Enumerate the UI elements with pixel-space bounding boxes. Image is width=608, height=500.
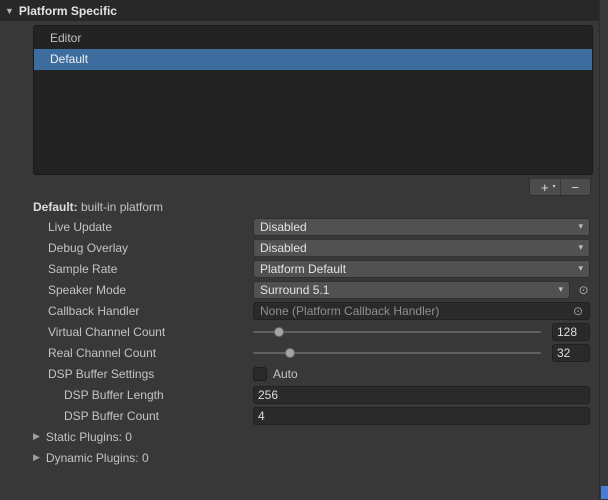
dsp-buffer-count-label: DSP Buffer Count (48, 409, 253, 423)
dsp-buffer-auto-checkbox[interactable] (253, 367, 267, 381)
row-dsp-buffer-length: DSP Buffer Length (0, 384, 593, 405)
real-channel-count-field[interactable] (552, 344, 590, 362)
speaker-mode-picker-icon[interactable]: ⊙ (577, 283, 590, 297)
slider-track[interactable] (253, 331, 541, 333)
static-plugins-foldout[interactable]: ▶ Static Plugins: 0 (0, 426, 593, 447)
dsp-buffer-length-label: DSP Buffer Length (48, 388, 253, 402)
dsp-buffer-count-field[interactable] (253, 407, 590, 425)
caption-platform-name: Default: (33, 200, 78, 214)
row-real-channel-count: Real Channel Count (0, 342, 593, 363)
row-debug-overlay: Debug Overlay Disabled ▾ (0, 237, 593, 258)
foldout-closed-icon: ▶ (33, 452, 40, 463)
dsp-buffer-length-field[interactable] (253, 386, 590, 404)
sample-rate-dropdown[interactable]: Platform Default ▾ (253, 260, 590, 278)
speaker-mode-dropdown[interactable]: Surround 5.1 ▾ (253, 281, 570, 299)
row-speaker-mode: Speaker Mode Surround 5.1 ▾ ⊙ (0, 279, 593, 300)
virtual-channel-count-field[interactable] (552, 323, 590, 341)
slider-track[interactable] (253, 352, 541, 354)
debug-overlay-dropdown[interactable]: Disabled ▾ (253, 239, 590, 257)
platform-list-toolbar: + ▾ − (529, 179, 591, 196)
dsp-buffer-auto-toggle-wrap: Auto (253, 367, 593, 381)
slider-thumb[interactable] (285, 348, 295, 358)
add-platform-button[interactable]: + ▾ (530, 179, 560, 195)
chevron-down-icon: ▾ (578, 263, 583, 274)
row-callback-handler: Callback Handler None (Platform Callback… (0, 300, 593, 321)
settings-rows: Live Update Disabled ▾ Debug Overlay Dis… (0, 216, 593, 468)
selected-platform-caption: Default: built-in platform (33, 200, 163, 216)
row-dsp-buffer-settings: DSP Buffer Settings Auto (0, 363, 593, 384)
live-update-dropdown[interactable]: Disabled ▾ (253, 218, 590, 236)
virtual-channel-count-label: Virtual Channel Count (48, 325, 253, 339)
chevron-down-icon: ▾ (578, 221, 583, 232)
object-picker-icon[interactable]: ⊙ (573, 304, 583, 318)
platform-list-item-default[interactable]: Default (34, 49, 592, 70)
callback-handler-label: Callback Handler (48, 304, 253, 318)
chevron-down-icon: ▾ (558, 284, 563, 295)
platform-list-item-editor[interactable]: Editor (34, 28, 592, 49)
remove-platform-button[interactable]: − (560, 179, 591, 195)
sample-rate-label: Sample Rate (48, 262, 253, 276)
debug-overlay-label: Debug Overlay (48, 241, 253, 255)
dropdown-value: Disabled (260, 241, 572, 255)
foldout-closed-icon: ▶ (33, 431, 40, 442)
scrollbar-thumb[interactable] (601, 486, 608, 499)
speaker-mode-label: Speaker Mode (48, 283, 253, 297)
row-live-update: Live Update Disabled ▾ (0, 216, 593, 237)
section-title: Platform Specific (19, 4, 117, 18)
object-field-value: None (Platform Callback Handler) (260, 304, 567, 318)
static-plugins-label: Static Plugins: 0 (46, 430, 132, 444)
row-sample-rate: Sample Rate Platform Default ▾ (0, 258, 593, 279)
real-channel-count-slider[interactable] (253, 344, 541, 362)
plus-icon: + (541, 180, 549, 195)
slider-thumb[interactable] (274, 327, 284, 337)
chevron-down-icon: ▾ (578, 242, 583, 253)
dropdown-value: Surround 5.1 (260, 283, 552, 297)
foldout-open-icon: ▼ (5, 6, 14, 16)
dynamic-plugins-foldout[interactable]: ▶ Dynamic Plugins: 0 (0, 447, 593, 468)
dsp-buffer-auto-label: Auto (273, 367, 298, 381)
add-dropdown-caret-icon: ▾ (552, 180, 555, 195)
caption-platform-desc: built-in platform (78, 200, 163, 214)
dsp-buffer-settings-label: DSP Buffer Settings (48, 367, 253, 381)
live-update-label: Live Update (48, 220, 253, 234)
dynamic-plugins-label: Dynamic Plugins: 0 (46, 451, 149, 465)
callback-handler-object-field[interactable]: None (Platform Callback Handler) ⊙ (253, 302, 590, 320)
platform-list: Editor Default (33, 25, 593, 175)
virtual-channel-count-slider[interactable] (253, 323, 541, 341)
minus-icon: − (571, 180, 579, 195)
dropdown-value: Platform Default (260, 262, 572, 276)
platform-specific-header[interactable]: ▼ Platform Specific (0, 0, 599, 21)
real-channel-count-label: Real Channel Count (48, 346, 253, 360)
vertical-scrollbar[interactable] (599, 0, 608, 500)
dropdown-value: Disabled (260, 220, 572, 234)
row-dsp-buffer-count: DSP Buffer Count (0, 405, 593, 426)
row-virtual-channel-count: Virtual Channel Count (0, 321, 593, 342)
